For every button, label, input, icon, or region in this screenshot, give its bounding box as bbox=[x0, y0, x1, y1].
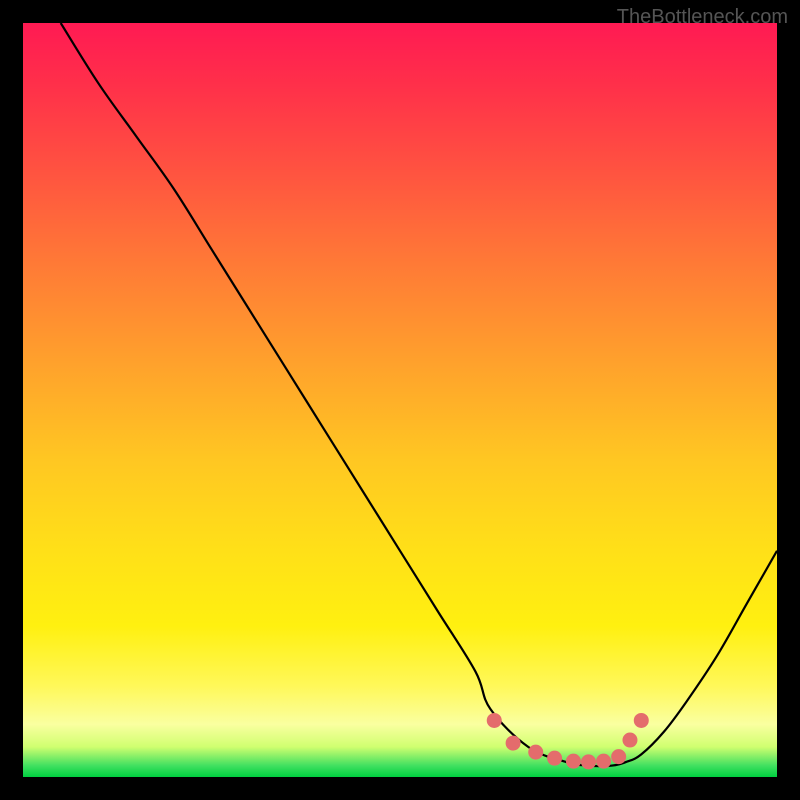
marker-dot bbox=[611, 749, 626, 764]
marker-dot bbox=[547, 751, 562, 766]
marker-dot bbox=[622, 733, 637, 748]
marker-dot bbox=[634, 713, 649, 728]
marker-dot bbox=[581, 754, 596, 769]
marker-dot bbox=[596, 754, 611, 769]
plot-area bbox=[23, 23, 777, 777]
highlight-markers bbox=[487, 713, 649, 769]
attribution-text: TheBottleneck.com bbox=[617, 6, 788, 29]
chart-svg bbox=[23, 23, 777, 777]
chart-container: TheBottleneck.com bbox=[0, 0, 800, 800]
bottleneck-curve bbox=[61, 23, 777, 766]
marker-dot bbox=[528, 745, 543, 760]
marker-dot bbox=[566, 754, 581, 769]
marker-dot bbox=[487, 713, 502, 728]
marker-dot bbox=[506, 736, 521, 751]
